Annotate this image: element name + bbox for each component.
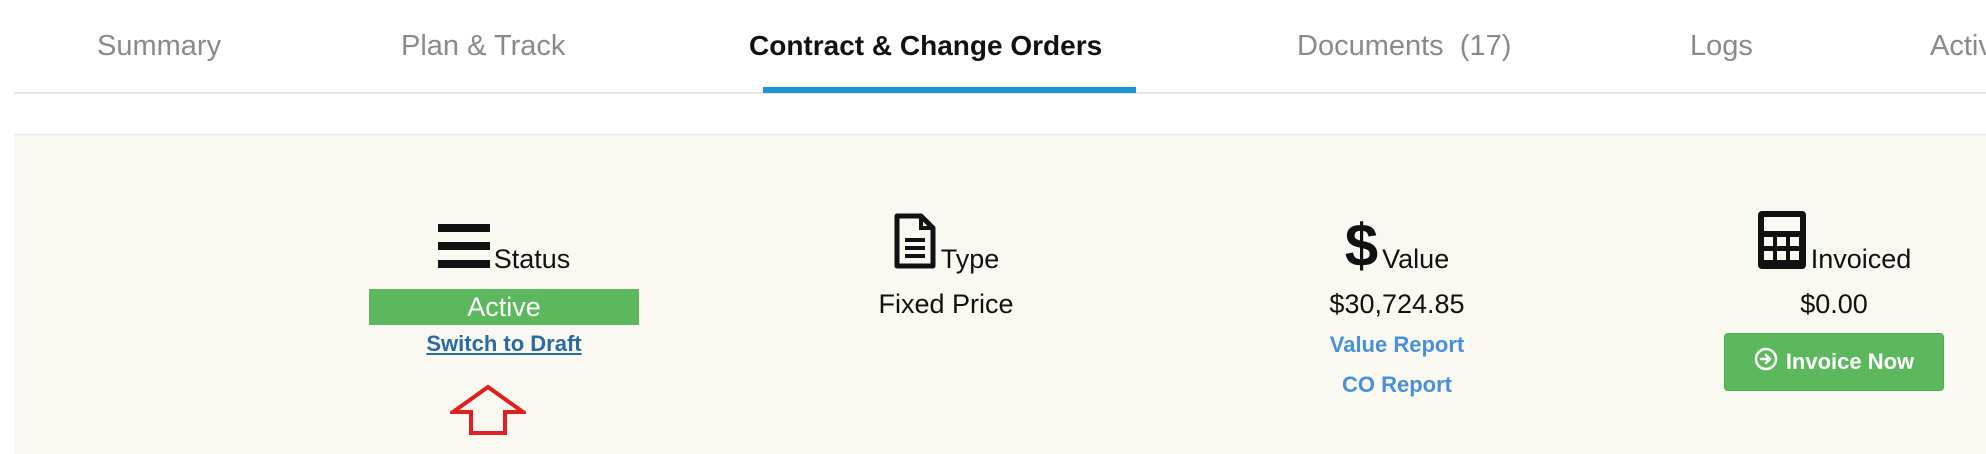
tab-contract-change-orders[interactable]: Contract & Change Orders	[749, 30, 1102, 62]
active-tab-indicator	[763, 87, 1136, 93]
contract-value: $30,724.85	[1329, 289, 1465, 319]
type-header: Type	[776, 212, 1116, 275]
tab-summary[interactable]: Summary	[97, 30, 221, 63]
value-header: $ Value	[1227, 212, 1567, 279]
document-icon	[893, 212, 937, 275]
arrow-circle-right-icon	[1754, 347, 1778, 377]
dollar-icon: $	[1344, 212, 1379, 279]
tab-activity[interactable]: Activi	[1930, 30, 1986, 63]
type-value: Fixed Price	[878, 289, 1014, 319]
value-label: Value	[1382, 244, 1450, 274]
status-section: Status Active Switch to Draft	[334, 215, 674, 357]
status-header: Status	[334, 215, 674, 275]
invoiced-value: $0.00	[1800, 289, 1868, 319]
invoiced-header: Invoiced	[1664, 211, 1986, 275]
tab-documents[interactable]: Documents (17)	[1297, 30, 1511, 63]
list-icon	[437, 222, 490, 275]
type-label: Type	[940, 244, 1000, 274]
tab-logs[interactable]: Logs	[1690, 30, 1753, 63]
invoice-now-button[interactable]: Invoice Now	[1724, 333, 1944, 391]
value-report-link[interactable]: Value Report	[1227, 329, 1567, 361]
contract-summary-panel: Status Active Switch to Draft Type Fixed…	[14, 134, 1986, 454]
value-section: $ Value $30,724.85 Value Report CO Repor…	[1227, 215, 1567, 401]
invoice-now-label: Invoice Now	[1785, 349, 1915, 374]
status-label: Status	[493, 244, 571, 274]
invoiced-label: Invoiced	[1810, 244, 1912, 274]
calculator-icon	[1757, 210, 1807, 275]
annotation-up-arrow-icon	[446, 384, 530, 441]
type-section: Type Fixed Price	[776, 212, 1116, 321]
tab-documents-label: Documents	[1297, 30, 1444, 62]
invoiced-section: Invoiced $0.00 Invoice Now	[1664, 211, 1986, 391]
status-badge: Active	[369, 289, 639, 325]
co-report-link[interactable]: CO Report	[1227, 369, 1567, 401]
tab-bar: Summary Plan & Track Contract & Change O…	[14, 0, 1986, 94]
documents-count-badge: (17)	[1459, 30, 1512, 62]
switch-to-draft-link[interactable]: Switch to Draft	[426, 331, 581, 357]
tab-plan-track[interactable]: Plan & Track	[401, 30, 565, 63]
